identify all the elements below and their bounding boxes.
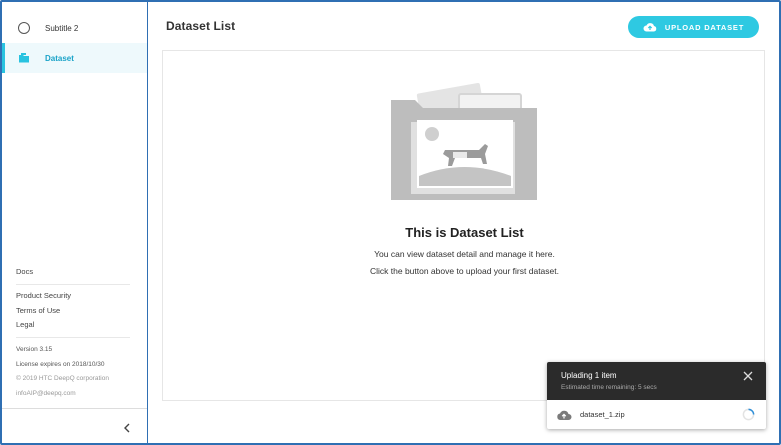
- upload-file-row: dataset_1.zip: [547, 400, 766, 429]
- email-link[interactable]: infoAIP@deepq.com: [16, 387, 109, 402]
- empty-state-hint: Click the button above to upload your fi…: [369, 266, 559, 276]
- legal-link[interactable]: Legal: [16, 318, 71, 333]
- page-title: Dataset List: [166, 19, 236, 33]
- collapse-sidebar-button[interactable]: [120, 421, 134, 435]
- upload-progress-toast: Uplading 1 item Estimated time remaining…: [547, 362, 766, 429]
- sidebar-item-label: Dataset: [45, 53, 74, 63]
- toast-subtitle: Estimated time remaining: 5 secs: [561, 384, 657, 391]
- version-info: Version 3.15 License expires on 2018/10/…: [16, 343, 109, 401]
- sidebar-item-subtitle-2[interactable]: Subtitle 2: [2, 13, 147, 43]
- sidebar-item-label: Subtitle 2: [45, 23, 79, 33]
- close-icon[interactable]: [742, 370, 754, 382]
- empty-state-description: You can view dataset detail and manage i…: [374, 249, 555, 259]
- divider: [16, 284, 130, 285]
- license-text: License expires on 2018/10/30: [16, 360, 105, 368]
- cloud-upload-icon: [643, 23, 657, 32]
- docs-link[interactable]: Docs: [16, 265, 33, 280]
- divider: [2, 408, 147, 409]
- copyright-text: © 2019 HTC DeepQ corporation: [16, 375, 109, 382]
- divider: [16, 337, 130, 338]
- folder-icon: [18, 52, 30, 64]
- product-security-link[interactable]: Product Security: [16, 289, 71, 304]
- version-text: Version 3.15: [16, 346, 53, 353]
- sidebar: Subtitle 2 Dataset Docs Product Security…: [2, 2, 148, 443]
- dataset-list-panel: This is Dataset List You can view datase…: [162, 50, 765, 401]
- terms-of-use-link[interactable]: Terms of Use: [16, 304, 71, 319]
- chevron-left-icon: [124, 423, 130, 433]
- cloud-upload-icon: [557, 410, 572, 420]
- upload-button-label: UPLOAD DATASET: [664, 22, 745, 32]
- folder-with-photo-icon: [391, 83, 537, 200]
- file-name: dataset_1.zip: [580, 410, 625, 419]
- circle-icon: [18, 22, 30, 34]
- spinner-icon: [742, 408, 755, 421]
- empty-state-title: This is Dataset List: [405, 225, 524, 240]
- sidebar-item-dataset[interactable]: Dataset: [2, 43, 147, 73]
- footer-links: Product Security Terms of Use Legal: [16, 289, 71, 333]
- toast-header: Uplading 1 item Estimated time remaining…: [547, 362, 766, 400]
- toast-title: Uplading 1 item: [561, 371, 617, 380]
- upload-dataset-button[interactable]: UPLOAD DATASET: [628, 16, 759, 38]
